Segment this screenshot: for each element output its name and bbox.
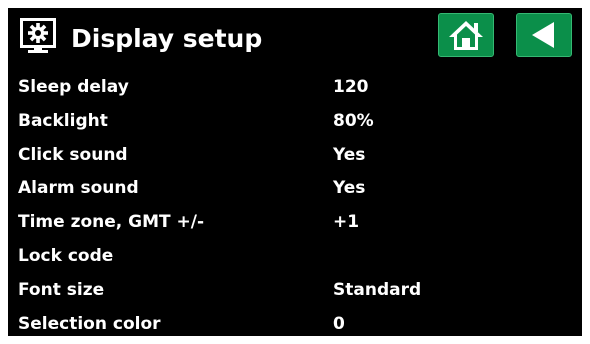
setting-row-alarm-sound[interactable]: Alarm sound Yes: [8, 172, 582, 206]
setting-value: 0: [333, 313, 345, 334]
setting-row-font-size[interactable]: Font size Standard: [8, 274, 582, 308]
setting-label: Font size: [18, 279, 105, 300]
back-button[interactable]: [516, 13, 572, 57]
setting-row-click-sound[interactable]: Click sound Yes: [8, 139, 582, 173]
setting-row-backlight[interactable]: Backlight 80%: [8, 105, 582, 139]
setting-label: Alarm sound: [18, 178, 139, 199]
home-button[interactable]: [438, 13, 494, 57]
setting-label: Backlight: [18, 110, 108, 131]
settings-list: Sleep delay 120 Backlight 80% Click soun…: [8, 71, 582, 336]
home-icon: [449, 21, 483, 50]
setting-row-time-zone[interactable]: Time zone, GMT +/- +1: [8, 206, 582, 240]
setting-value: 80%: [333, 110, 374, 131]
back-arrow-icon: [532, 22, 554, 48]
setting-value: +1: [333, 212, 360, 233]
setting-label: Selection color: [18, 313, 161, 334]
page-title: Display setup: [71, 24, 263, 53]
setting-label: Sleep delay: [18, 77, 129, 97]
display-setup-screen: Display setup Sleep delay 120 Backlight …: [8, 8, 582, 336]
setting-row-sleep-delay[interactable]: Sleep delay 120: [8, 71, 582, 105]
setting-value: Yes: [333, 178, 366, 199]
setting-value: 120: [333, 77, 369, 97]
setting-label: Time zone, GMT +/-: [18, 212, 205, 233]
display-monitor-icon: [20, 18, 56, 53]
setting-label: Click sound: [18, 144, 128, 165]
setting-row-selection-color[interactable]: Selection color 0: [8, 308, 582, 336]
header: Display setup: [8, 8, 582, 70]
setting-value: Standard: [333, 279, 422, 300]
setting-row-lock-code[interactable]: Lock code: [8, 240, 582, 274]
setting-value: Yes: [333, 144, 366, 165]
setting-label: Lock code: [18, 245, 114, 266]
